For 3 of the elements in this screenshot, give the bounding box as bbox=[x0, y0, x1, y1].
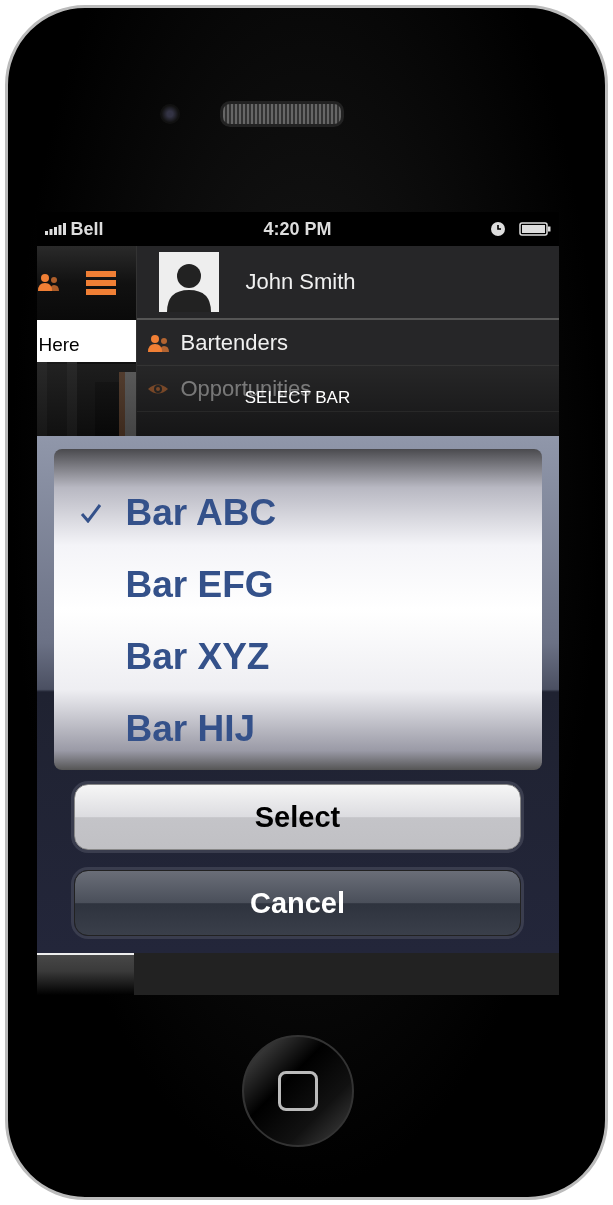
carrier-name: Bell bbox=[70, 218, 104, 240]
status-time: 4:20 PM bbox=[263, 218, 332, 240]
user-name: John Smith bbox=[245, 269, 356, 295]
